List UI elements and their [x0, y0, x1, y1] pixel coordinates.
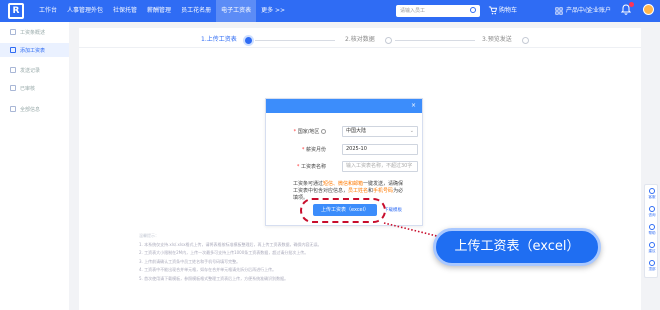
name-placeholder: 输入工资表名称，不超过30字 — [346, 163, 413, 169]
highlight-ring — [300, 198, 386, 223]
suggest-button[interactable]: 建议 — [647, 241, 657, 259]
info-icon — [10, 106, 16, 112]
upload-callout-label: 上传工资表（excel） — [433, 228, 601, 266]
sidebar-item-label: 添加工资表 — [20, 47, 46, 54]
sidebar-item-label: 全部信息 — [20, 106, 41, 113]
records-icon — [10, 67, 16, 73]
tip-line: 1. 本系统仅支持.xls/.xlsx格式上传，请将表格按标准模板整理后，再上传… — [139, 241, 322, 247]
month-label: * 薪资月份 — [301, 147, 326, 153]
tips-section: 温馨提示： 1. 本系统仅支持.xls/.xlsx格式上传，请将表格按标准模板整… — [139, 232, 321, 283]
sidebar-item-add-payslip[interactable]: 添加工资表 — [0, 43, 69, 57]
step-connector — [395, 40, 475, 41]
tip-highlight: 手机号码 — [373, 188, 394, 194]
step-preview-send: 3.预览发送 — [482, 36, 512, 43]
payslip-name-input[interactable]: 输入工资表名称，不超过30字 — [342, 161, 418, 172]
region-label: * 国家/地区 — [294, 128, 326, 135]
sidebar-item-label: 已审核 — [20, 85, 36, 92]
tip-line: 2. 工资表大小限制在2M内，上传一次最多可支持上传1000条工资表数据，超过请… — [139, 250, 309, 255]
grid-icon — [555, 7, 563, 15]
step-verify-dot — [385, 37, 392, 44]
sidebar-item-reviewed[interactable]: 已审核 — [0, 81, 69, 95]
sidebar: 工资条概述 添加工资表 发送记录 已审核 全部信息 — [0, 22, 69, 310]
sidebar-item-label: 工资条概述 — [20, 29, 46, 36]
sidebar-item-label: 发送记录 — [20, 67, 41, 74]
chat-icon — [649, 206, 655, 212]
download-template-link[interactable]: 下载模板 — [384, 207, 402, 213]
cart-icon[interactable] — [488, 6, 497, 15]
month-picker[interactable]: 2025-10 — [342, 144, 418, 155]
tip-highlight: 员工姓名 — [348, 188, 369, 194]
app-logo[interactable]: R — [8, 3, 24, 19]
tip-line: 5. 首次使用请下载模板，参照模板格式整理工资表后上传，方便系统准确识别数据。 — [139, 275, 289, 281]
region-row: * 国家/地区 中国大陆 ⌄ — [266, 126, 422, 138]
top-navigation-bar: R 工作台 人事管理外包 社保托管 薪酬管理 员工花名册 电子工资表 更多 >>… — [0, 0, 660, 22]
notification-badge — [629, 2, 634, 7]
tip-highlight: 短信、微信和邮箱 — [323, 181, 364, 187]
right-toolbar: 客服 咨询 帮助 建议 顶部 — [644, 184, 658, 278]
tip-line: 3. 上传前请确认工资条中员工姓名和手机号码填写完整。 — [139, 258, 241, 264]
tool-label: 帮助 — [648, 231, 656, 235]
dialog-header: × — [266, 99, 422, 113]
search-placeholder: 请输入员工 — [400, 8, 426, 14]
step-indicator: 1.上传工资表 2.核对数据 3.预览发送 — [79, 28, 641, 48]
nav-item-more[interactable]: 更多 >> — [256, 0, 290, 22]
region-select[interactable]: 中国大陆 ⌄ — [342, 126, 418, 137]
step-connector — [255, 40, 335, 41]
help-icon[interactable] — [321, 129, 326, 134]
search-icon[interactable] — [470, 7, 476, 13]
customer-service-button[interactable]: 客服 — [647, 187, 657, 205]
back-to-top-button[interactable]: 顶部 — [647, 259, 657, 277]
help-icon — [649, 224, 655, 230]
nav-item-roster[interactable]: 员工花名册 — [176, 0, 216, 22]
step-upload: 1.上传工资表 — [201, 36, 237, 43]
tool-label: 建议 — [648, 249, 656, 253]
sidebar-item-send-records[interactable]: 发送记录 — [0, 63, 69, 77]
step-preview-dot — [522, 37, 529, 44]
close-icon[interactable]: × — [411, 102, 416, 109]
consult-button[interactable]: 咨询 — [647, 205, 657, 223]
overview-icon — [10, 29, 16, 35]
search-input[interactable]: 请输入员工 — [396, 5, 480, 17]
region-value: 中国大陆 — [346, 128, 367, 134]
check-icon — [10, 85, 16, 91]
tip-text: 工资条可通过 — [293, 181, 324, 187]
enterprise-account-link[interactable]: 企业账户 — [587, 0, 611, 22]
month-value: 2025-10 — [346, 146, 367, 152]
nav-item-social-security[interactable]: 社保托管 — [108, 0, 142, 22]
avatar[interactable] — [643, 4, 654, 15]
help-button[interactable]: 帮助 — [647, 223, 657, 241]
step-verify: 2.核对数据 — [345, 36, 375, 43]
tips-title: 温馨提示： — [139, 233, 159, 238]
chevron-down-icon: ⌄ — [409, 128, 414, 134]
name-row: * 工资表名称 输入工资表名称，不超过30字 — [266, 161, 422, 173]
nav-item-workbench[interactable]: 工作台 — [34, 0, 62, 22]
step-upload-dot — [245, 37, 252, 44]
tip-line: 4. 工资表中不能出现合并单元格，如存在合并单元格请先拆分后再进行上传。 — [139, 267, 277, 272]
tool-label: 顶部 — [648, 267, 656, 271]
tool-label: 客服 — [648, 195, 656, 199]
month-row: * 薪资月份 2025-10 — [266, 144, 422, 156]
tool-label: 咨询 — [648, 213, 656, 217]
nav-item-payroll[interactable]: 薪酬管理 — [142, 0, 176, 22]
add-icon — [10, 47, 16, 53]
headset-icon — [649, 188, 655, 194]
cart-link[interactable]: 购物车 — [499, 0, 517, 22]
nav-item-e-payslip[interactable]: 电子工资表 — [216, 0, 257, 22]
edit-icon — [649, 242, 655, 248]
main-nav: 工作台 人事管理外包 社保托管 薪酬管理 员工花名册 电子工资表 更多 >> — [34, 0, 290, 22]
sidebar-item-overview[interactable]: 工资条概述 — [0, 25, 69, 39]
name-label: * 工资表名称 — [296, 164, 326, 170]
arrow-up-icon — [649, 260, 655, 266]
sidebar-item-all-info[interactable]: 全部信息 — [0, 102, 69, 116]
nav-item-hr-outsourcing[interactable]: 人事管理外包 — [62, 0, 108, 22]
